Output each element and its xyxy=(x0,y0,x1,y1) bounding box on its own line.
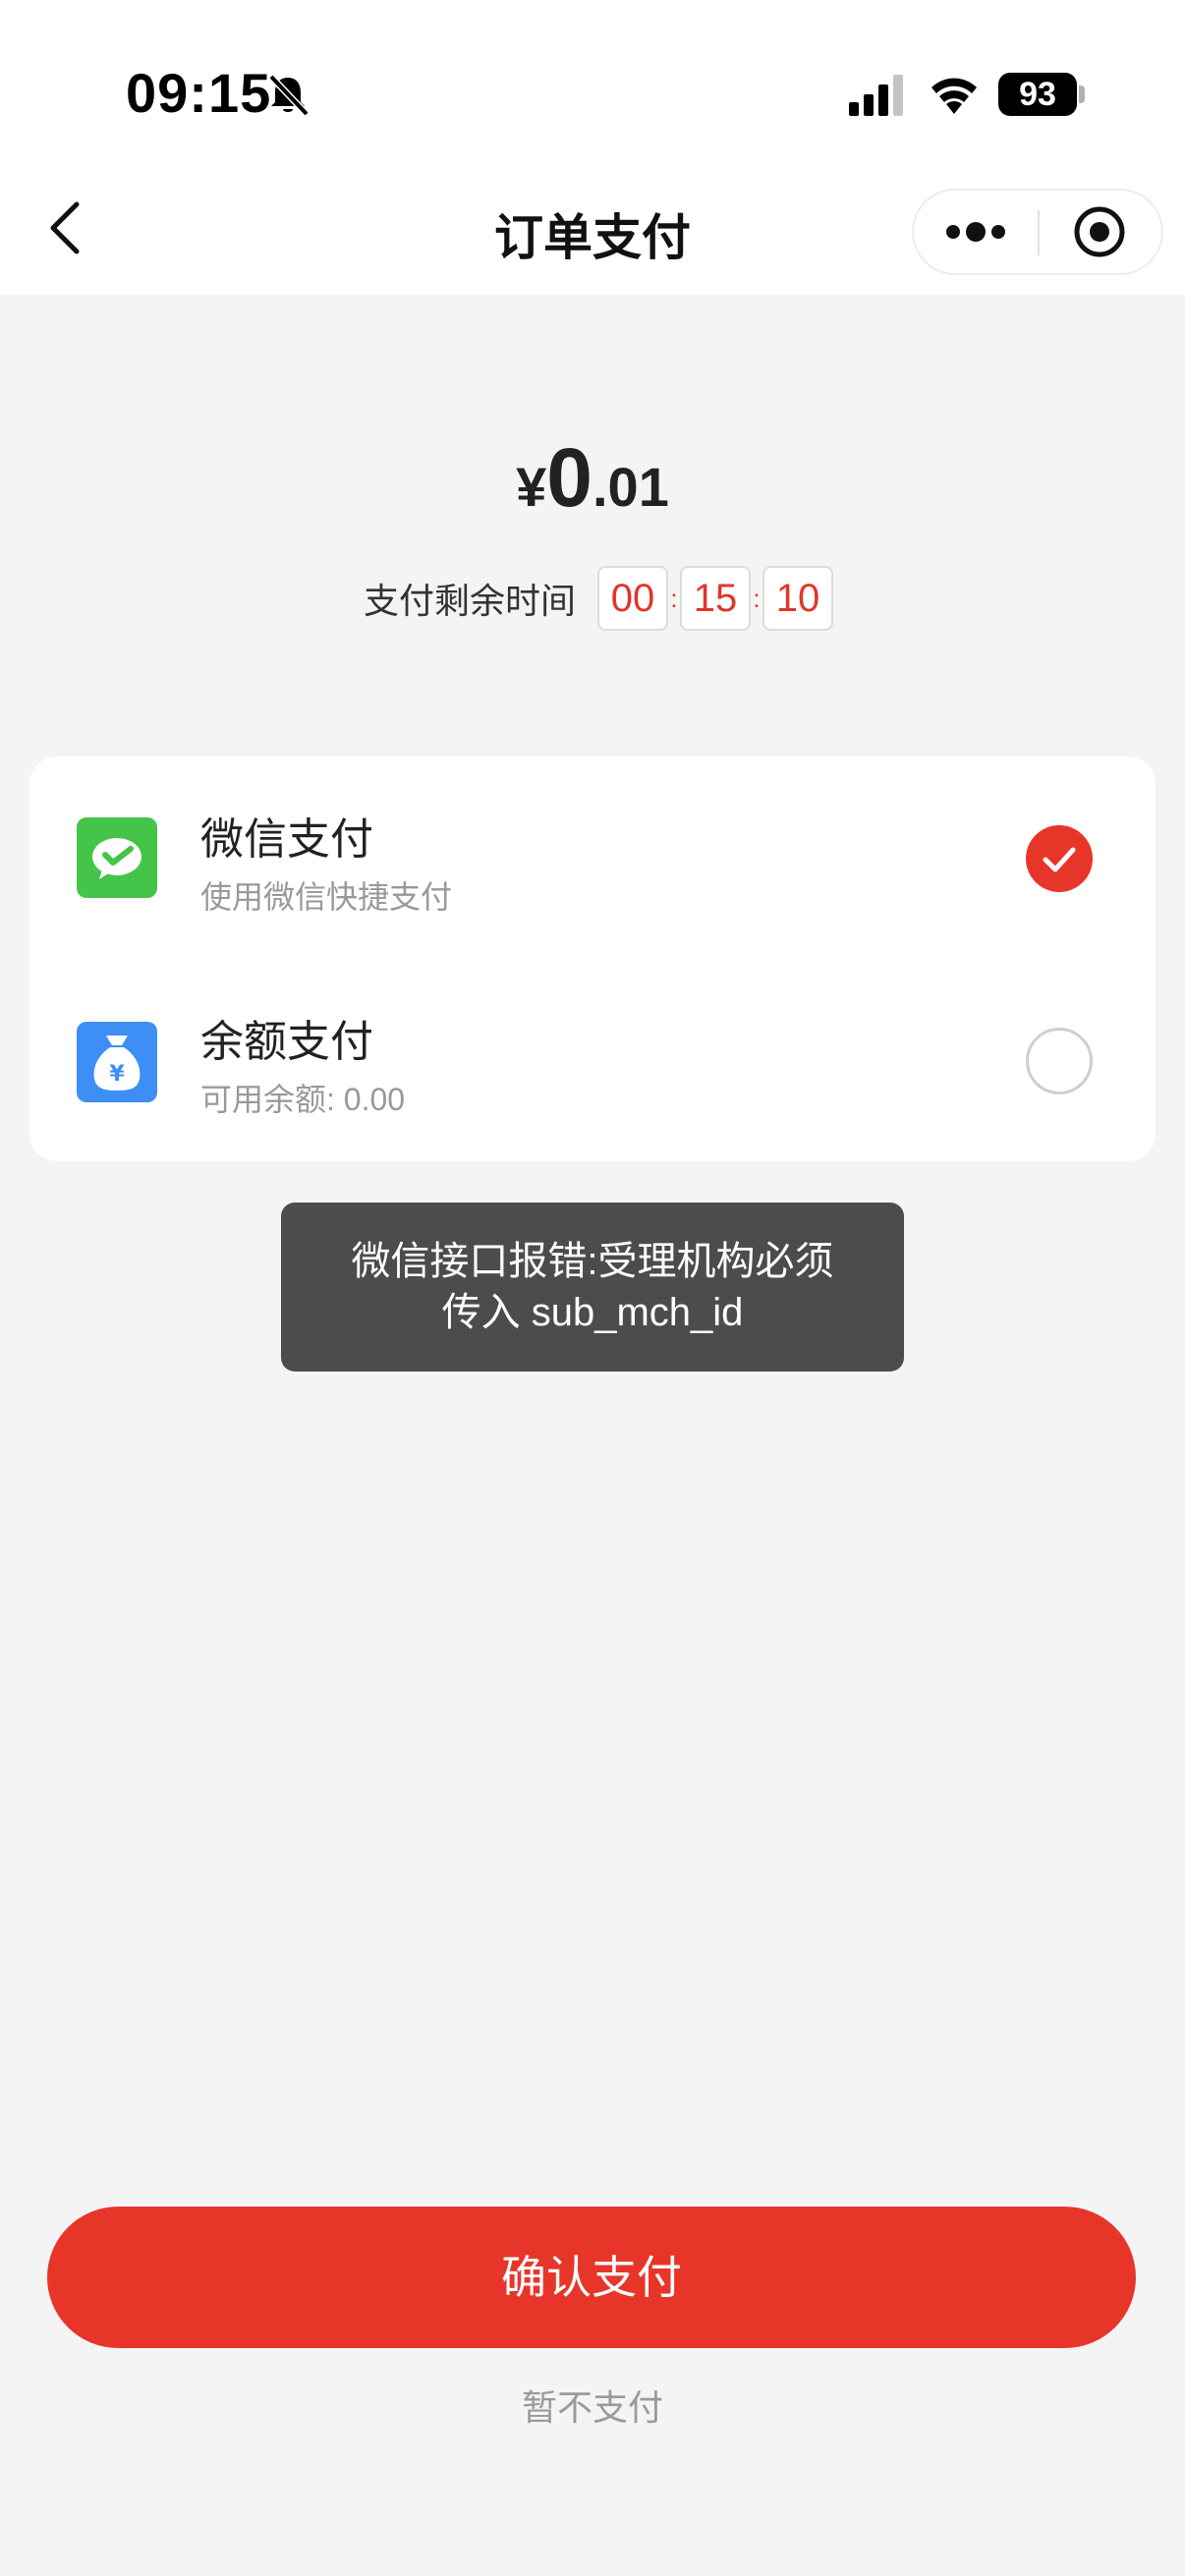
countdown-separator: : xyxy=(753,583,761,613)
countdown-minutes: 15 xyxy=(680,566,752,631)
target-close-icon xyxy=(1074,206,1125,257)
payment-option-description: 可用余额: 0.00 xyxy=(200,1082,406,1117)
payment-option-description: 使用微信快捷支付 xyxy=(200,879,453,915)
amount-decimal: .01 xyxy=(592,456,669,518)
payment-amount: ¥0.01 xyxy=(0,430,1185,526)
skip-payment-link[interactable]: 暂不支付 xyxy=(0,2380,1185,2431)
cellular-signal-icon xyxy=(849,75,903,116)
countdown-label: 支付剩余时间 xyxy=(364,581,577,621)
countdown-seconds: 10 xyxy=(762,566,834,631)
header-area: 09:15 93 订单支付 xyxy=(0,0,1185,295)
amount-currency: ¥ xyxy=(516,456,547,518)
battery-cap xyxy=(1079,85,1085,103)
close-mini-program-button[interactable] xyxy=(1040,191,1163,273)
wifi-icon xyxy=(931,78,977,114)
confirm-payment-button[interactable]: 确认支付 xyxy=(47,2207,1136,2348)
countdown-separator: : xyxy=(670,583,678,613)
error-toast: 微信接口报错:受理机构必须 传入 sub_mch_id xyxy=(281,1203,904,1372)
toast-line-2: 传入 sub_mch_id xyxy=(441,1291,744,1334)
status-time: 09:15 xyxy=(126,62,272,124)
payment-option-name: 余额支付 xyxy=(200,1018,373,1066)
radio-selected[interactable] xyxy=(1026,825,1093,892)
battery-icon: 93 xyxy=(998,73,1077,116)
money-bag-icon: ¥ xyxy=(77,1022,157,1102)
amount-integer: 0 xyxy=(546,431,592,524)
payment-countdown: 支付剩余时间 00 : 15 : 10 xyxy=(364,566,834,631)
svg-text:¥: ¥ xyxy=(109,1062,125,1087)
mini-program-capsule xyxy=(912,189,1163,275)
payment-option-wechat[interactable]: 微信支付 使用微信快捷支付 xyxy=(29,756,1156,953)
payment-option-balance[interactable]: ¥ 余额支付 可用余额: 0.00 xyxy=(29,959,1156,1155)
wechat-pay-icon xyxy=(77,817,157,898)
toast-line-1: 微信接口报错:受理机构必须 xyxy=(351,1240,834,1283)
payment-method-list: 微信支付 使用微信快捷支付 ¥ 余额支付 可用余额: 0.00 xyxy=(29,756,1156,1161)
bell-slash-icon xyxy=(268,74,310,117)
more-dots-icon xyxy=(946,222,1005,242)
order-payment-page: 09:15 93 订单支付 ¥0.01 支付剩余时间 00: 15: 10 … xyxy=(0,0,1185,2576)
payment-option-name: 微信支付 xyxy=(200,815,373,864)
radio-unselected[interactable] xyxy=(1026,1028,1093,1094)
more-button[interactable] xyxy=(914,191,1038,273)
checkmark-icon xyxy=(1043,847,1076,872)
countdown-hours: 00 xyxy=(597,566,669,631)
